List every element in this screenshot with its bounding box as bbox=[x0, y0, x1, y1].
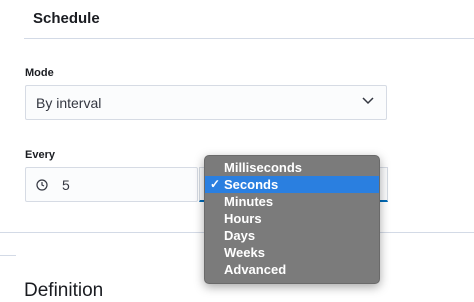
every-value: 5 bbox=[62, 177, 70, 193]
unit-option-label: Weeks bbox=[224, 245, 265, 260]
every-label: Every bbox=[25, 149, 55, 161]
chevron-down-icon bbox=[362, 97, 374, 105]
unit-option-label: Advanced bbox=[224, 262, 287, 277]
unit-option-label: Days bbox=[224, 228, 256, 243]
mode-label: Mode bbox=[25, 67, 54, 79]
clock-icon bbox=[36, 179, 48, 191]
panel-divider bbox=[0, 255, 16, 256]
interval-unit-dropdown-menu[interactable]: Milliseconds ✓ Seconds Minutes Hours Day… bbox=[204, 155, 380, 284]
unit-option-label: Hours bbox=[224, 211, 262, 226]
unit-option-hours[interactable]: Hours bbox=[205, 210, 379, 227]
unit-option-seconds[interactable]: ✓ Seconds bbox=[205, 176, 379, 193]
section-title-schedule: Schedule bbox=[33, 10, 100, 27]
unit-option-weeks[interactable]: Weeks bbox=[205, 244, 379, 261]
every-number-input[interactable]: 5 bbox=[25, 167, 198, 202]
unit-option-milliseconds[interactable]: Milliseconds bbox=[205, 159, 379, 176]
mode-select-value: By interval bbox=[36, 95, 102, 111]
section-title-definition: Definition bbox=[24, 280, 104, 301]
unit-option-label: Minutes bbox=[224, 194, 274, 209]
unit-option-advanced[interactable]: Advanced bbox=[205, 261, 379, 278]
title-divider bbox=[24, 38, 474, 39]
mode-select[interactable]: By interval bbox=[25, 85, 387, 120]
unit-option-minutes[interactable]: Minutes bbox=[205, 193, 379, 210]
unit-option-label: Seconds bbox=[224, 177, 279, 192]
unit-option-label: Milliseconds bbox=[224, 160, 303, 175]
unit-option-days[interactable]: Days bbox=[205, 227, 379, 244]
checkmark-icon: ✓ bbox=[210, 177, 221, 191]
